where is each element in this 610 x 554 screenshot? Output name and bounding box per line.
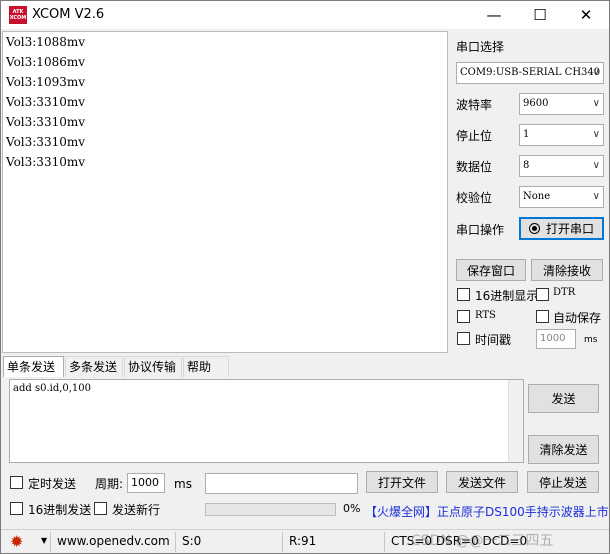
receive-line: Vol3:1088mv xyxy=(6,35,86,49)
send-scrollbar[interactable] xyxy=(508,380,523,462)
open-file-button[interactable]: 打开文件 xyxy=(366,471,438,493)
send-file-button[interactable]: 发送文件 xyxy=(446,471,518,493)
main-window: ATK XCOM XCOM V2.6 — ☐ ✕ Vol3:1088mv Vol3… xyxy=(0,0,610,554)
baud-select[interactable]: 9600 ∨ xyxy=(519,93,604,115)
port-op-label: 串口操作 xyxy=(456,223,505,237)
chevron-down-icon: ∨ xyxy=(592,191,600,202)
received-count: R:91 xyxy=(289,534,317,548)
period-unit: ms xyxy=(174,477,192,491)
send-progress-bar xyxy=(205,503,336,516)
data-bits-label: 数据位 xyxy=(456,160,493,174)
timestamp-input[interactable]: 1000 xyxy=(536,329,576,349)
period-label: 周期: xyxy=(95,477,124,491)
receive-line: Vol3:1093mv xyxy=(6,75,86,89)
save-window-button[interactable]: 保存窗口 xyxy=(456,259,526,281)
stop-bits-label: 停止位 xyxy=(456,129,493,143)
port-select[interactable]: COM9:USB-SERIAL CH340 ∨ xyxy=(456,62,604,84)
dtr-label: DTR xyxy=(553,287,576,298)
open-port-button[interactable]: 打开串口 xyxy=(519,217,604,240)
dtr-checkbox[interactable] xyxy=(536,288,549,301)
sent-count: S:0 xyxy=(182,534,202,548)
chevron-down-icon: ∨ xyxy=(592,67,600,78)
rts-checkbox[interactable] xyxy=(457,310,470,323)
progress-percent: 0% xyxy=(343,502,361,515)
app-logo: ATK XCOM xyxy=(9,6,27,24)
hex-display-checkbox[interactable] xyxy=(457,288,470,301)
port-label: 串口选择 xyxy=(456,40,505,54)
file-path-input[interactable] xyxy=(205,473,358,494)
send-newline-checkbox[interactable] xyxy=(94,502,107,515)
parity-value: None xyxy=(523,191,551,202)
dropdown-arrow-icon[interactable]: ▼ xyxy=(41,536,47,545)
status-separator xyxy=(50,532,51,552)
hex-send-checkbox[interactable] xyxy=(10,502,23,515)
receive-line: Vol3:3310mv xyxy=(6,135,86,149)
receive-line: Vol3:3310mv xyxy=(6,95,86,109)
clear-send-button[interactable]: 清除发送 xyxy=(528,435,599,464)
tab-single-send[interactable]: 单条发送 xyxy=(3,356,64,377)
hex-send-label: 16进制发送 xyxy=(28,503,92,517)
tab-multi-send[interactable]: 多条发送 xyxy=(65,356,123,377)
receive-line: Vol3:3310mv xyxy=(6,115,86,129)
radio-dot-icon xyxy=(528,223,540,234)
receive-line: Vol3:3310mv xyxy=(6,155,86,169)
minimize-button[interactable]: — xyxy=(471,1,517,29)
stop-send-button[interactable]: 停止发送 xyxy=(527,471,599,493)
auto-save-checkbox[interactable] xyxy=(536,310,549,323)
clear-receive-button[interactable]: 清除接收 xyxy=(531,259,603,281)
website-link[interactable]: www.openedv.com xyxy=(57,534,170,548)
port-value: COM9:USB-SERIAL CH340 xyxy=(460,67,601,78)
data-bits-value: 8 xyxy=(523,160,530,171)
send-button[interactable]: 发送 xyxy=(528,384,599,413)
watermark: CSDN @@一二三四五 xyxy=(411,533,554,549)
tab-protocol[interactable]: 协议传输 xyxy=(124,356,182,377)
stop-bits-value: 1 xyxy=(523,129,530,140)
parity-label: 校验位 xyxy=(456,191,493,205)
send-input[interactable]: add s0.id,0,100 xyxy=(9,379,524,463)
tab-help[interactable]: 帮助 xyxy=(183,356,229,377)
open-port-label: 打开串口 xyxy=(545,222,594,236)
stop-bits-select[interactable]: 1 ∨ xyxy=(519,124,604,146)
receive-area[interactable]: Vol3:1088mv Vol3:1086mv Vol3:1093mv Vol3… xyxy=(2,31,448,353)
chevron-down-icon: ∨ xyxy=(592,129,600,140)
timestamp-label: 时间戳 xyxy=(475,333,512,347)
maximize-button[interactable]: ☐ xyxy=(517,1,563,29)
chevron-down-icon: ∨ xyxy=(592,98,600,109)
status-separator xyxy=(384,532,385,552)
send-newline-label: 发送新行 xyxy=(112,503,161,517)
baud-value: 9600 xyxy=(523,98,549,109)
hex-display-label: 16进制显示 xyxy=(475,289,539,303)
gear-icon[interactable]: ✹ xyxy=(10,532,23,551)
data-bits-select[interactable]: 8 ∨ xyxy=(519,155,604,177)
status-bar: ✹ ▼ www.openedv.com S:0 R:91 CTS=0 DSR=0… xyxy=(1,529,609,553)
close-button[interactable]: ✕ xyxy=(563,1,609,29)
baud-label: 波特率 xyxy=(456,98,493,112)
status-separator xyxy=(282,532,283,552)
send-text: add s0.id,0,100 xyxy=(13,383,92,394)
title-bar: ATK XCOM XCOM V2.6 — ☐ ✕ xyxy=(1,1,609,29)
auto-save-label: 自动保存 xyxy=(553,311,602,325)
period-input[interactable]: 1000 xyxy=(127,473,165,493)
status-separator xyxy=(175,532,176,552)
receive-line: Vol3:1086mv xyxy=(6,55,86,69)
window-title: XCOM V2.6 xyxy=(32,7,105,22)
timestamp-unit: ms xyxy=(584,335,598,345)
parity-select[interactable]: None ∨ xyxy=(519,186,604,208)
timed-send-label: 定时发送 xyxy=(28,477,77,491)
timestamp-checkbox[interactable] xyxy=(457,332,470,345)
chevron-down-icon: ∨ xyxy=(592,160,600,171)
ad-link[interactable]: 【火爆全网】正点原子DS100手持示波器上市 xyxy=(365,503,609,520)
timed-send-checkbox[interactable] xyxy=(10,476,23,489)
rts-label: RTS xyxy=(475,310,496,321)
